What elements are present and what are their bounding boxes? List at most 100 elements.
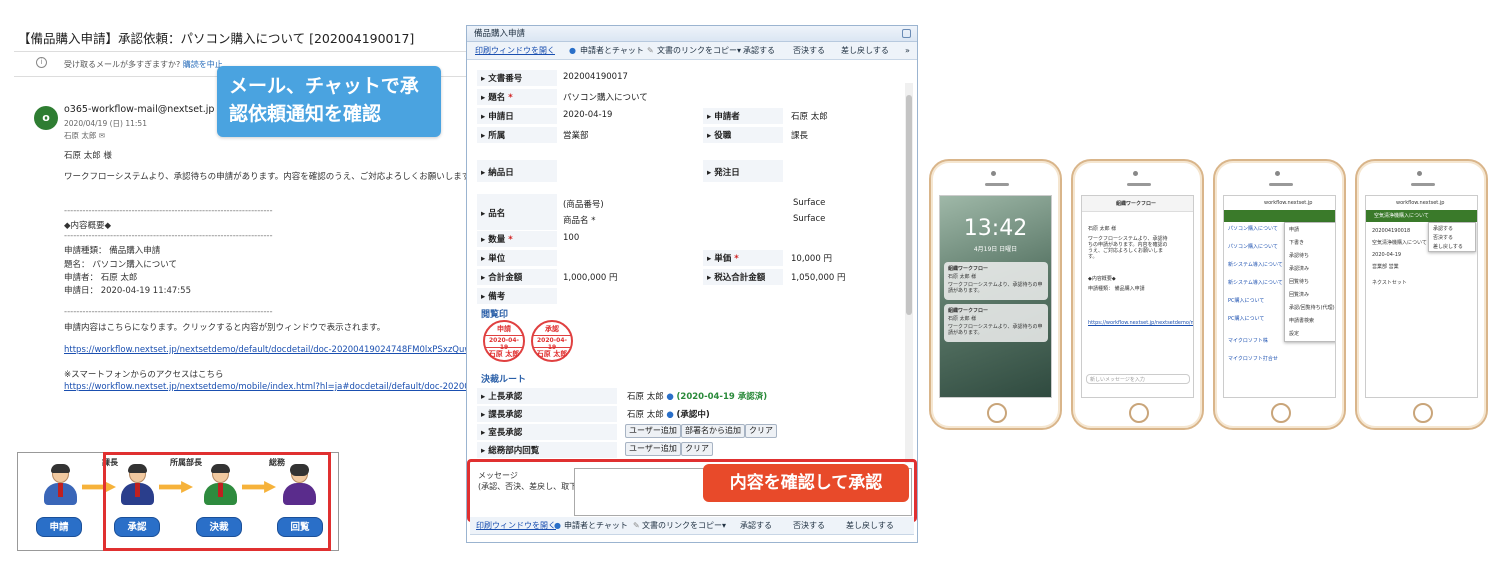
action-menu: 承認する 否決する 差し戻しする <box>1428 222 1476 252</box>
dept-label: ▸ 所属 <box>481 131 506 141</box>
print-window-link[interactable]: 印刷ウィンドウを開く <box>475 42 555 60</box>
menu-item[interactable]: 設定 <box>1289 331 1299 337</box>
menu-item[interactable]: 回覧待ち <box>1289 279 1309 285</box>
greeting: 石原 太郎 様 <box>64 151 112 161</box>
reject-action[interactable]: 否決する <box>1433 235 1453 241</box>
chat-button[interactable]: 申請者とチャット <box>564 517 628 535</box>
detail-dept: 営業部 営業 <box>1372 264 1399 270</box>
info-icon: i <box>36 57 47 68</box>
menu-item[interactable]: 申請書検索 <box>1289 318 1314 324</box>
chat-type: 申請種類： 備品購入申請 <box>1088 286 1145 292</box>
reject-button[interactable]: 否決する <box>793 42 825 60</box>
clear-button[interactable]: クリア <box>745 424 777 438</box>
unit-label: ▸ 単位 <box>481 254 506 264</box>
detail-date: 2020-04-19 <box>1372 252 1402 258</box>
detail-item: 空気清浄機購入について <box>1372 240 1427 246</box>
divider-text: ----------------------------------------… <box>64 231 273 241</box>
copy-link-button[interactable]: 文書のリンクをコピー▾ <box>642 517 726 535</box>
route-value: 石原 太郎 ● (承認中) <box>627 410 710 420</box>
applicant-value: 石原 太郎 <box>791 112 828 122</box>
notice-text: 受け取るメールが多すぎますか? <box>64 60 181 69</box>
route-label: ▸ 室長承認 <box>481 428 523 438</box>
route-value: 石原 太郎 ● (2020-04-19 承認済) <box>627 392 768 402</box>
return-button[interactable]: 差し戻しする <box>841 42 889 60</box>
mobile-note: ※スマートフォンからのアクセスはこちら <box>64 370 224 380</box>
chat-link[interactable]: https://workflow.nextset.jp/nextsetdemo/… <box>1088 320 1193 326</box>
sender-address[interactable]: o365-workflow-mail@nextset.jp <box>64 104 214 115</box>
menu-item[interactable]: 承認待ち <box>1289 253 1309 259</box>
applicant-line: 申請者： 石原 太郎 <box>64 273 138 283</box>
notification-card[interactable]: 組織ワークフロー 石原 太郎 様 ワークフローシステムより、承認待ちの申請があり… <box>944 262 1048 300</box>
copy-link-button[interactable]: 文書のリンクをコピー▾ <box>657 42 741 60</box>
url-bar[interactable]: workflow.nextset.jp <box>1264 200 1312 206</box>
stamp-apply: 申請 2020-04-19 石原 太郎 <box>483 320 525 362</box>
notification-card[interactable]: 組織ワークフロー 石原 太郎 様 ワークフローシステムより、承認待ちの申請があり… <box>944 304 1048 342</box>
menu-item[interactable]: 申請 <box>1289 227 1299 233</box>
form-title-bar: 備品購入申請 <box>467 26 917 42</box>
doc-no-value: 202004190017 <box>563 72 628 82</box>
home-button[interactable] <box>1271 403 1291 423</box>
detail-doc-no: 202004190018 <box>1372 228 1411 234</box>
approve-action[interactable]: 承認する <box>1433 226 1453 232</box>
date-label: ▸ 申請日 <box>481 112 514 122</box>
applicant-person-icon <box>40 464 80 513</box>
print-window-link[interactable]: 印刷ウィンドウを開く <box>476 517 556 535</box>
item-no-value: Surface <box>793 198 826 208</box>
stamp-approve: 承認 2020-04-19 石原 太郎 <box>531 320 573 362</box>
home-button[interactable] <box>1129 403 1149 423</box>
url-bar[interactable]: workflow.nextset.jp <box>1396 200 1444 206</box>
mobile-link[interactable]: https://workflow.nextset.jp/nextsetdemo/… <box>64 382 475 392</box>
top-toolbar: 印刷ウィンドウを開く ● 申請者とチャット ✎ 文書のリンクをコピー▾ 承認する… <box>467 42 917 60</box>
route-label: ▸ 上長承認 <box>481 392 523 402</box>
title-value: パソコン購入について <box>563 93 648 103</box>
chat-text: ワークフローシステムより、承認待ちの申請があります。内容を確認のうえ、ご対応よろ… <box>1088 236 1168 260</box>
approve-button[interactable]: 承認する <box>743 42 775 60</box>
form-body: ▸ 文書番号 202004190017 ▸ 題名 * パソコン購入について ▸ … <box>467 62 907 458</box>
doc-link[interactable]: https://workflow.nextset.jp/nextsetdemo/… <box>64 345 471 355</box>
menu-item[interactable]: 承認/回覧待ち(代理) <box>1289 305 1335 311</box>
menu-item[interactable]: 下書き <box>1289 240 1304 246</box>
return-button[interactable]: 差し戻しする <box>846 517 894 535</box>
lock-date: 4月19日 日曜日 <box>973 246 1018 253</box>
apply-button[interactable]: 申請 <box>36 517 82 537</box>
home-button[interactable] <box>987 403 1007 423</box>
email-subject: 【備品購入申請】承認依頼：パソコン購入について [202004190017] <box>18 31 415 46</box>
menu-item[interactable]: 承認済み <box>1289 266 1309 272</box>
add-user-button[interactable]: ユーザー追加 <box>625 442 681 456</box>
chat-greeting: 石原 太郎 様 <box>1088 226 1117 232</box>
vertical-scrollbar[interactable] <box>905 83 913 463</box>
add-by-dept-button[interactable]: 部署名から追加 <box>681 424 745 438</box>
form-title: 備品購入申請 <box>474 29 526 39</box>
unsubscribe-link[interactable]: 購読を中止 <box>183 60 223 69</box>
clear-button[interactable]: クリア <box>681 442 713 456</box>
summary-title: ◆内容概要◆ <box>64 221 112 231</box>
tax-total-value: 1,050,000 円 <box>791 273 846 283</box>
route-label: ▸ 総務部内回覧 <box>481 446 540 456</box>
stamp-section-title: 閲覧印 <box>481 310 509 320</box>
divider-text: ----------------------------------------… <box>64 307 273 317</box>
return-action[interactable]: 差し戻しする <box>1433 244 1463 250</box>
chat-icon: ● <box>569 46 576 55</box>
menu-item[interactable]: 回覧済み <box>1289 292 1309 298</box>
applicant-label: ▸ 申請者 <box>707 112 740 122</box>
approve-button[interactable]: 承認する <box>740 517 772 535</box>
chat-input[interactable]: 新しいメッセージを入力 <box>1086 374 1190 384</box>
item-label: ▸ 品名 <box>481 209 506 219</box>
bottom-toolbar: 印刷ウィンドウを開く ● 申請者とチャット ✎ 文書のリンクをコピー▾ 承認する… <box>470 517 914 535</box>
window-icon[interactable] <box>902 29 911 38</box>
phone-menu: workflow.nextset.jp パソコン購入について パソコン購入につい… <box>1213 159 1346 430</box>
approval-highlight <box>103 452 331 551</box>
dropdown-menu: 申請 下書き 承認待ち 承認済み 回覧待ち 回覧済み 承認/回覧待ち(代理) 申… <box>1284 222 1335 342</box>
reject-button[interactable]: 否決する <box>793 517 825 535</box>
unsubscribe-notice: 受け取るメールが多すぎますか? 購読を中止 <box>64 59 223 70</box>
chat-button[interactable]: 申請者とチャット <box>580 42 644 60</box>
divider <box>14 51 494 52</box>
route-label: ▸ 課長承認 <box>481 410 523 420</box>
form-window: 備品購入申請 印刷ウィンドウを開く ● 申請者とチャット ✎ 文書のリンクをコピ… <box>466 25 918 543</box>
more-icon[interactable]: » <box>905 42 910 60</box>
home-button[interactable] <box>1413 403 1433 423</box>
add-user-button[interactable]: ユーザー追加 <box>625 424 681 438</box>
body-text: ワークフローシステムより、承認待ちの申請があります。内容を確認のうえ、ご対応よろ… <box>64 172 478 182</box>
chat-screen: 組織ワークフロー 石原 太郎 様 ワークフローシステムより、承認待ちの申請があり… <box>1081 195 1194 398</box>
pen-icon: ✎ <box>647 46 654 55</box>
